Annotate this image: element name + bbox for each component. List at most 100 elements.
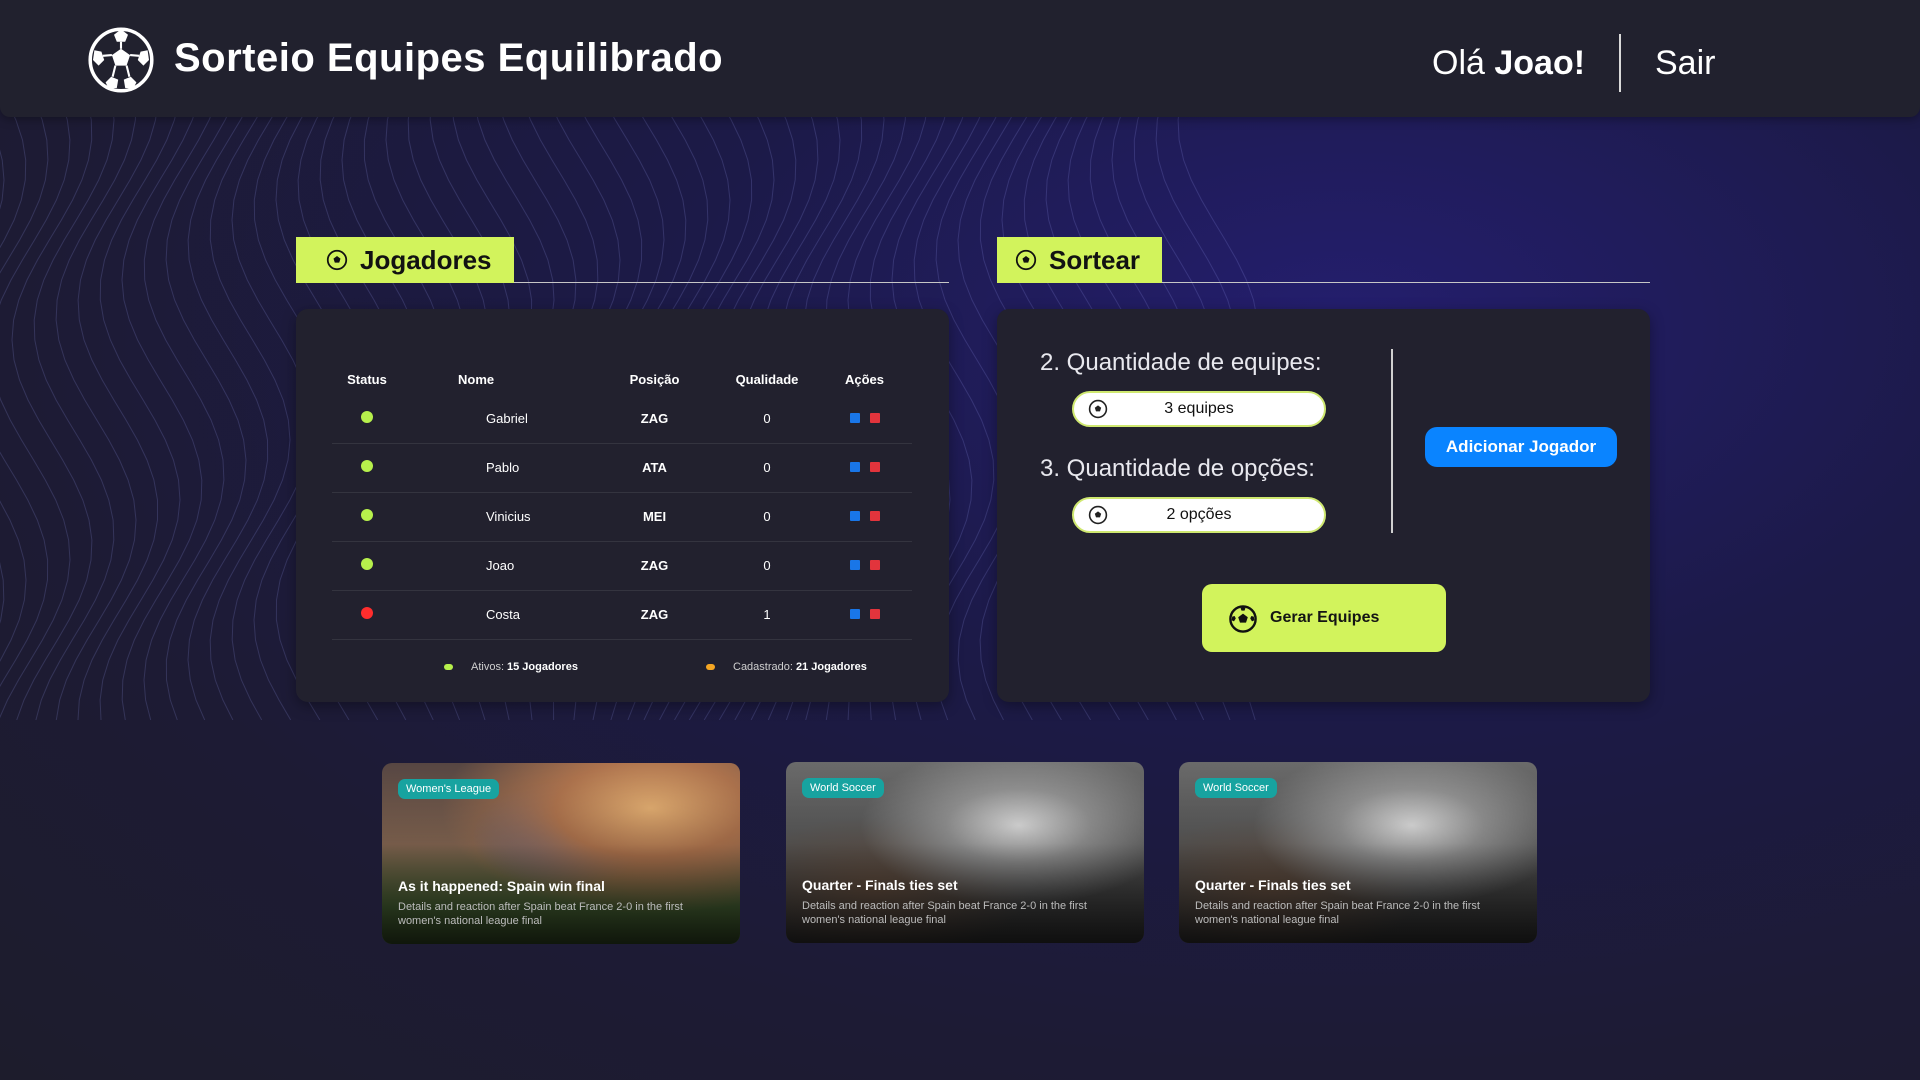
wave-line xyxy=(121,100,203,720)
player-position: ZAG xyxy=(592,541,717,591)
legend-registered-value: 21 Jogadores xyxy=(795,661,867,673)
player-name: Costa xyxy=(402,590,592,640)
wave-line xyxy=(0,100,71,719)
teams-count-value: 3 equipes xyxy=(1164,400,1234,417)
actions-cell xyxy=(817,394,912,444)
top-header: Sorteio Equipes Equilibrado Olá Joao! Sa… xyxy=(0,0,1920,117)
wave-line xyxy=(0,100,27,662)
legend-registered: Cadastrado: 21 Jogadores xyxy=(706,661,867,673)
actions-cell xyxy=(817,492,912,542)
news-category-badge: Women's League xyxy=(398,779,500,799)
vertical-divider xyxy=(1391,349,1393,533)
actions-cell xyxy=(817,541,912,591)
player-name: Gabriel xyxy=(402,394,592,444)
legend-active: Ativos: 15 Jogadores xyxy=(444,661,578,673)
edit-icon[interactable] xyxy=(849,560,860,570)
wave-line xyxy=(143,100,225,720)
news-card[interactable]: World Soccer Quarter - Finals ties set D… xyxy=(1179,762,1537,943)
column-header-position: Posição xyxy=(629,371,680,387)
news-description: Details and reaction after Spain beat Fr… xyxy=(802,900,1087,926)
status-dot xyxy=(361,558,373,570)
news-title: Quarter - Finals ties set xyxy=(1195,877,1351,893)
edit-icon[interactable] xyxy=(849,412,860,423)
wave-line xyxy=(0,100,49,687)
options-count-select[interactable]: 2 opções xyxy=(1072,497,1326,533)
generate-teams-label: Gerar Equipes xyxy=(1270,609,1380,626)
actions-cell xyxy=(817,590,912,640)
wave-line xyxy=(77,100,159,720)
status-cell xyxy=(332,443,402,493)
player-position: ZAG xyxy=(592,394,717,444)
news-card[interactable]: World Soccer Quarter - Finals ties set D… xyxy=(786,762,1144,943)
news-category-badge: World Soccer xyxy=(802,778,884,798)
players-section-tab: Jogadores xyxy=(296,237,514,283)
trash-icon[interactable] xyxy=(869,511,880,521)
wave-line xyxy=(99,100,181,720)
draw-section-header: Sortear xyxy=(997,237,1650,283)
legend-registered-label: Cadastrado: xyxy=(733,661,793,673)
user-greeting: Olá Joao! xyxy=(1432,44,1585,83)
legend-active-label: Ativos: xyxy=(471,661,505,673)
draw-section-title: Sortear xyxy=(1049,244,1141,275)
soccer-ball-logo-icon xyxy=(88,27,154,93)
player-quality: 1 xyxy=(717,590,817,640)
user-name: Joao! xyxy=(1494,44,1586,82)
edit-icon[interactable] xyxy=(849,511,860,521)
table-row: Pablo ATA 0 xyxy=(332,443,912,493)
soccer-ball-icon xyxy=(1229,605,1257,633)
table-row: Gabriel ZAG 0 xyxy=(332,394,912,444)
news-description: Details and reaction after Spain beat Fr… xyxy=(398,901,683,927)
status-cell xyxy=(332,590,402,640)
options-count-value: 2 opções xyxy=(1166,506,1232,523)
status-cell xyxy=(332,492,402,542)
column-header-name: Nome xyxy=(458,371,495,387)
player-name: Pablo xyxy=(402,443,592,493)
legend-active-value: 15 Jogadores xyxy=(507,661,578,673)
news-card[interactable]: Women's League As it happened: Spain win… xyxy=(382,763,740,944)
legend-active-dot xyxy=(444,664,453,670)
news-category-badge: World Soccer xyxy=(1195,778,1277,798)
teams-count-label: 2. Quantidade de equipes: xyxy=(1040,349,1322,376)
status-dot xyxy=(361,460,373,472)
player-position: MEI xyxy=(592,492,717,542)
player-quality: 0 xyxy=(717,492,817,542)
player-name: Joao xyxy=(402,541,592,591)
column-header-quality: Qualidade xyxy=(735,371,799,387)
draw-section-tab: Sortear xyxy=(997,237,1163,283)
table-row: Joao ZAG 0 xyxy=(332,541,912,591)
header-divider xyxy=(1619,34,1621,92)
status-cell xyxy=(332,541,402,591)
actions-cell xyxy=(817,443,912,493)
table-header-row: Status Nome Posição Qualidade Ações xyxy=(332,364,912,394)
news-description: Details and reaction after Spain beat Fr… xyxy=(1195,900,1480,926)
player-position: ATA xyxy=(592,443,717,493)
generate-teams-button[interactable]: Gerar Equipes xyxy=(1202,584,1446,652)
trash-icon[interactable] xyxy=(869,609,880,619)
draw-panel: 2. Quantidade de equipes: 3 equipes 3. Q… xyxy=(997,309,1650,702)
options-count-label: 3. Quantidade de opções: xyxy=(1040,455,1315,482)
status-dot xyxy=(361,410,373,423)
soccer-ball-icon xyxy=(1015,249,1037,271)
trash-icon[interactable] xyxy=(869,462,880,472)
logout-button[interactable]: Sair xyxy=(1655,44,1715,83)
trash-icon[interactable] xyxy=(869,560,880,570)
news-title: Quarter - Finals ties set xyxy=(802,877,958,893)
add-player-button[interactable]: Adicionar Jogador xyxy=(1425,427,1617,467)
status-dot xyxy=(361,607,373,619)
players-table: Status Nome Posição Qualidade Ações Gabr… xyxy=(332,364,912,640)
legend-registered-dot xyxy=(706,664,715,670)
trash-icon[interactable] xyxy=(869,412,880,423)
player-name: Vinicius xyxy=(402,492,592,542)
column-header-actions: Ações xyxy=(844,371,885,387)
column-header-status: Status xyxy=(347,371,387,387)
edit-icon[interactable] xyxy=(849,609,860,619)
wave-line xyxy=(187,100,269,720)
app-title: Sorteio Equipes Equilibrado xyxy=(174,36,724,80)
players-section-title: Jogadores xyxy=(360,244,492,275)
wave-line xyxy=(33,100,115,720)
edit-icon[interactable] xyxy=(849,462,860,472)
player-quality: 0 xyxy=(717,443,817,493)
status-dot xyxy=(361,509,373,521)
wave-line xyxy=(55,100,137,720)
teams-count-select[interactable]: 3 equipes xyxy=(1072,391,1326,427)
